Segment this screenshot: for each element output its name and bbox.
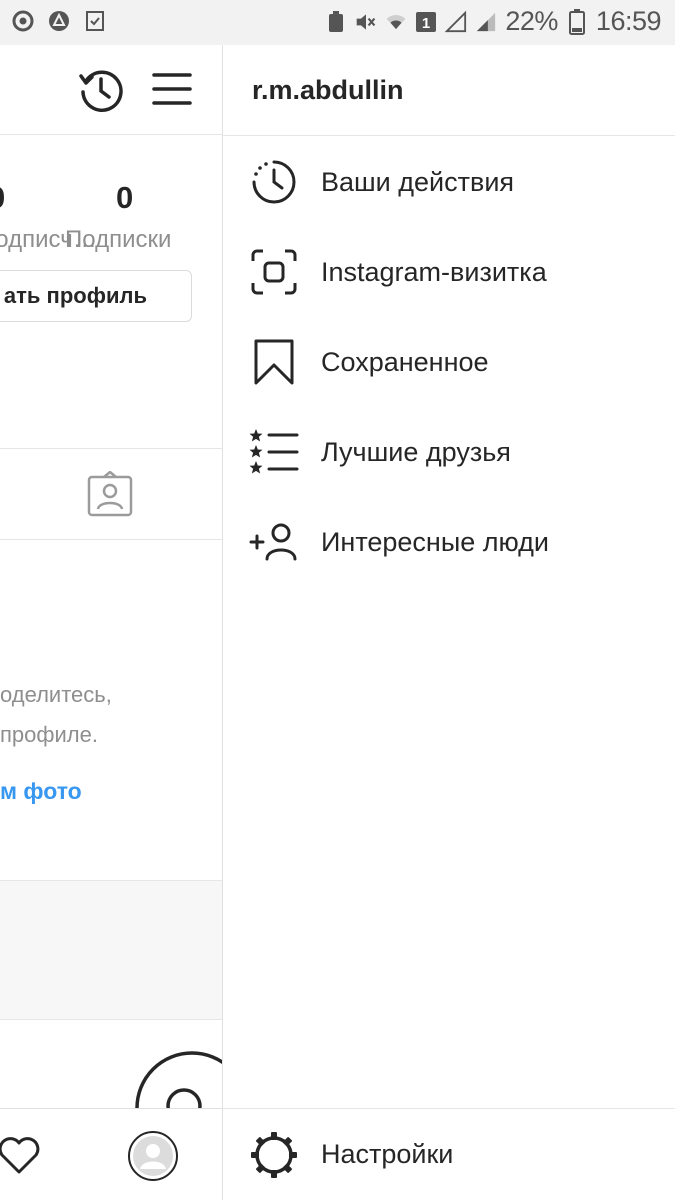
menu-item-nametag[interactable]: Instagram-визитка [223, 227, 675, 317]
nametag-scan-icon [249, 247, 299, 297]
tagged-photos-tab-icon[interactable] [86, 470, 134, 519]
menu-item-label: Ваши действия [321, 166, 515, 197]
svg-text:1: 1 [422, 15, 430, 32]
status-bar-left [12, 10, 106, 32]
battery-percent: 22% [505, 6, 558, 36]
close-friends-icon [249, 427, 299, 477]
menu-item-label: Instagram-визитка [321, 256, 547, 287]
menu-item-settings[interactable]: Настройки [223, 1108, 675, 1200]
menu-item-discover-people[interactable]: Интересные люди [223, 497, 675, 587]
side-drawer: r.m.abdullin Ваши действия Instagram-виз… [222, 45, 675, 1200]
status-bar: 1 22% 16:59 [0, 0, 675, 45]
following-label[interactable]: Подписки [65, 226, 171, 254]
tabs-divider-top [0, 448, 222, 449]
menu-item-label: Лучшие друзья [321, 436, 511, 467]
edit-profile-button[interactable]: ать профиль [0, 270, 192, 322]
menu-item-close-friends[interactable]: Лучшие друзья [223, 407, 675, 497]
edit-profile-label: ать профиль [3, 283, 147, 308]
following-count[interactable]: 0 [116, 180, 133, 216]
sim1-icon: 1 [415, 11, 437, 33]
battery-icon [566, 8, 588, 35]
signal-icon [445, 10, 467, 33]
bookmark-icon [249, 337, 299, 387]
menu-item-label: Настройки [321, 1139, 454, 1169]
empty-state-text-line2: профиле. [0, 722, 98, 747]
tabs-divider-bottom [0, 539, 222, 540]
signal-r-icon [475, 11, 497, 33]
heart-activity-icon[interactable] [0, 1135, 42, 1175]
profile-avatar-icon[interactable] [128, 1131, 178, 1181]
menu-item-saved[interactable]: Сохраненное [223, 317, 675, 407]
mute-icon [355, 11, 377, 33]
archive-history-icon[interactable] [78, 67, 124, 113]
menu-item-label: Интересные люди [321, 526, 550, 557]
checklist-icon [84, 10, 106, 32]
settings-gear-icon [249, 1130, 299, 1180]
add-person-icon [249, 517, 299, 567]
share-photo-link[interactable]: м фото [0, 778, 82, 805]
profile-page: 0 Подписч… 0 Подписки ать профиль оделит… [0, 45, 222, 1200]
bottom-nav [0, 1108, 222, 1200]
drive-icon [48, 10, 70, 32]
drawer-username: r.m.abdullin [252, 75, 404, 105]
wifi-icon [385, 11, 407, 33]
status-bar-right: 1 22% 16:59 [325, 6, 662, 37]
hamburger-menu-icon[interactable] [152, 71, 192, 107]
opera-icon [12, 10, 34, 32]
drawer-header-divider [223, 135, 675, 136]
empty-state-text-line1: оделитесь, [0, 682, 112, 707]
suggestions-area [0, 880, 222, 1020]
activity-clock-icon [249, 157, 299, 207]
menu-item-label: Сохраненное [321, 346, 489, 377]
recycle-icon [325, 10, 347, 33]
profile-header [0, 45, 222, 135]
followers-count[interactable]: 0 [0, 180, 5, 216]
clock-time: 16:59 [595, 6, 662, 36]
menu-item-your-activity[interactable]: Ваши действия [223, 137, 675, 227]
